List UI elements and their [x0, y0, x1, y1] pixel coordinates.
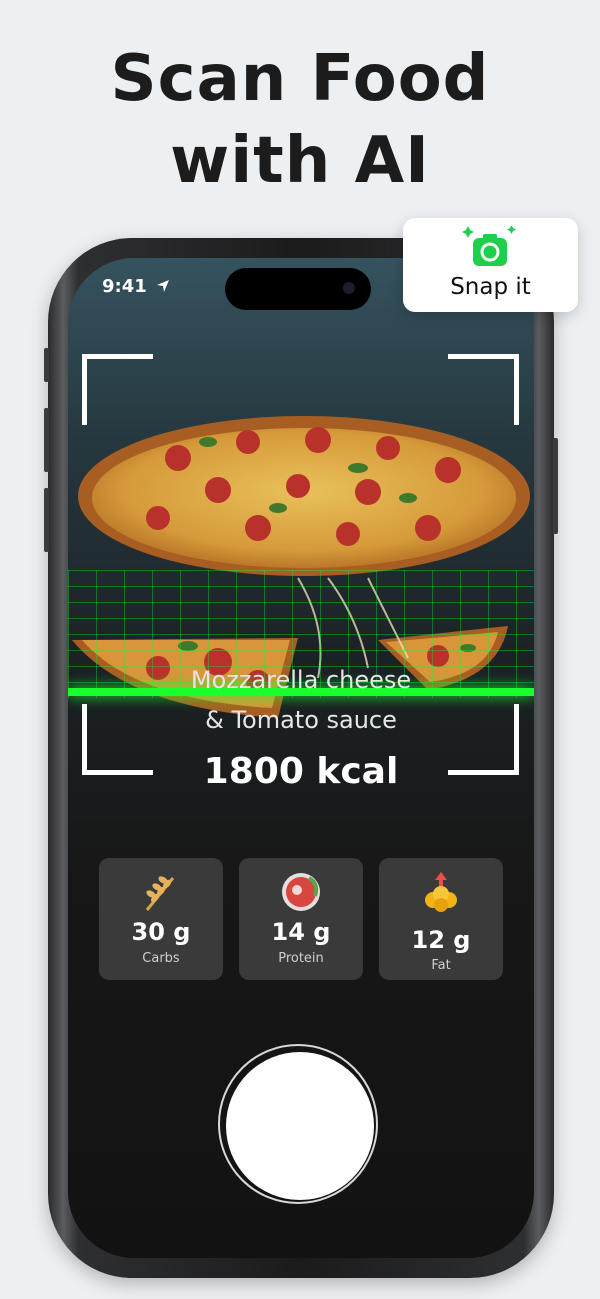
volume-down-button: [44, 488, 49, 552]
food-name-line-1: Mozzarella cheese: [190, 666, 412, 694]
location-arrow-icon: [157, 280, 170, 292]
macro-card-carbs: 30 g Carbs: [99, 858, 223, 980]
meat-icon: [282, 873, 320, 911]
macro-card-protein: 14 g Protein: [239, 858, 363, 980]
volume-up-button: [44, 408, 49, 472]
status-time: 9:41: [102, 276, 170, 297]
macro-card-fat: 12 g Fat: [379, 858, 503, 980]
shutter-button[interactable]: [226, 1052, 374, 1200]
dynamic-island: [225, 268, 371, 310]
carbs-value: 30 g: [131, 918, 191, 946]
viewfinder-corner-top-right: [448, 354, 519, 425]
viewfinder-corner-top-left: [82, 354, 153, 425]
power-button: [553, 438, 558, 534]
protein-label: Protein: [278, 951, 324, 966]
protein-value: 14 g: [271, 918, 331, 946]
wheat-icon: [145, 876, 175, 911]
fat-drops-icon: [425, 872, 457, 912]
fat-label: Fat: [431, 958, 451, 973]
fat-value: 12 g: [411, 926, 471, 954]
calorie-count: 1800 kcal: [203, 751, 399, 792]
headline: Scan Food with AI: [0, 38, 600, 202]
food-name-line-2: & Tomato sauce: [205, 706, 397, 734]
snap-it-card[interactable]: Snap it: [403, 218, 578, 312]
carbs-label: Carbs: [142, 951, 180, 966]
food-name: Mozzarella cheese & Tomato sauce: [68, 660, 534, 740]
camera-icon: [462, 226, 516, 266]
headline-line-1: Scan Food: [110, 42, 490, 116]
camera-screen: 9:41 Mozzarella cheese & Tomato sauce 18…: [68, 258, 534, 1258]
headline-line-2: with AI: [170, 124, 430, 198]
phone-frame: 9:41 Mozzarella cheese & Tomato sauce 18…: [44, 238, 558, 1278]
action-button: [44, 348, 49, 382]
snap-it-label: Snap it: [450, 274, 531, 300]
